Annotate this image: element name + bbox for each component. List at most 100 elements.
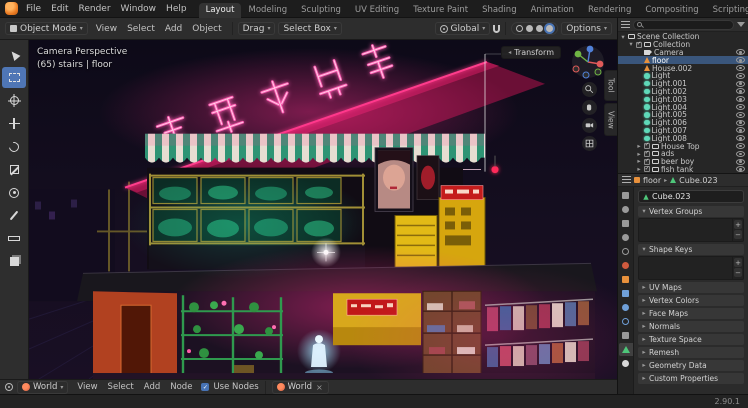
sidebar-tab-view[interactable]: View [604,102,617,137]
expand-arrow-icon[interactable]: ▸ [636,166,642,173]
eye-visibility-icon[interactable] [736,80,745,87]
magnet-icon[interactable] [493,24,501,33]
move-tool[interactable] [2,113,26,134]
expand-arrow-icon[interactable]: ▸ [636,151,642,158]
workspace-tab-animation[interactable]: Animation [524,3,581,18]
world-datablock-field[interactable]: World × [271,380,329,394]
eye-visibility-icon[interactable] [736,143,745,150]
output-tab[interactable] [619,217,633,230]
breadcrumb-data[interactable]: Cube.023 [679,176,717,185]
annotate-tool[interactable] [2,205,26,226]
collection-checkbox[interactable] [636,41,642,48]
ortho-toggle-button[interactable] [582,136,597,151]
workspace-tab-modeling[interactable]: Modeling [241,3,294,18]
workspace-tab-layout[interactable]: Layout [198,2,242,18]
particles-tab[interactable] [619,301,633,314]
drag-dropdown[interactable]: Drag ▾ [237,22,276,35]
cursor-tool[interactable] [2,90,26,111]
eye-visibility-icon[interactable] [736,111,745,118]
section-header-shape-keys[interactable]: ▾ Shape Keys [638,244,744,255]
use-nodes-checkbox[interactable]: ✓ [201,383,210,391]
viewport-3d[interactable]: Camera Perspective (65) stairs | floor ◂… [29,40,617,379]
section-header-uv-maps[interactable]: ▸ UV Maps [638,282,744,293]
eye-visibility-icon[interactable] [736,150,745,157]
expand-arrow-icon[interactable]: ▾ [620,34,626,41]
object-data-tab[interactable] [618,343,633,356]
outliner-search-input[interactable] [633,19,734,30]
menu-render[interactable]: Render [74,3,116,15]
section-header-texture-space[interactable]: ▸ Texture Space [638,334,744,345]
outliner-row[interactable]: ▸ fish tank [618,165,748,173]
menu-help[interactable]: Help [161,3,192,15]
expand-arrow-icon[interactable]: ▾ [628,41,634,48]
filter-icon[interactable] [737,22,745,27]
measure-tool[interactable] [2,228,26,249]
section-header-remesh[interactable]: ▸ Remesh [638,347,744,358]
world-tab[interactable] [619,259,633,272]
camera-view-button[interactable] [582,118,597,133]
solid-shading-icon[interactable] [526,25,534,32]
blender-logo-icon[interactable] [5,2,18,15]
remove-item-button[interactable]: − [734,268,742,277]
mode-dropdown[interactable]: Object Mode ▾ [5,22,88,35]
shader-menu-select[interactable]: Select [103,381,139,393]
outliner-editor-icon[interactable] [621,20,630,29]
section-header-geometry-data[interactable]: ▸ Geometry Data [638,360,744,371]
viewport-menu-object[interactable]: Object [187,23,226,35]
scale-tool[interactable] [2,159,26,180]
section-header-vertex-colors[interactable]: ▸ Vertex Colors [638,295,744,306]
collection-checkbox[interactable] [644,150,650,157]
material-shading-icon[interactable] [536,25,544,32]
render-tab[interactable] [619,203,633,216]
eye-visibility-icon[interactable] [736,65,745,72]
wireframe-shading-icon[interactable] [516,25,524,32]
eye-visibility-icon[interactable] [736,127,745,134]
workspace-tab-shading[interactable]: Shading [475,3,524,18]
object-tab[interactable] [619,273,633,286]
datablock-name-field[interactable]: Cube.023 [638,190,744,203]
section-header-face-maps[interactable]: ▸ Face Maps [638,308,744,319]
transform-panel-header[interactable]: ◂ Transform [501,46,561,59]
viewport-menu-add[interactable]: Add [160,23,187,35]
properties-editor-icon[interactable] [622,176,631,184]
eye-visibility-icon[interactable] [736,158,745,165]
eye-visibility-icon[interactable] [736,49,745,56]
tool-tab[interactable] [619,189,633,202]
breadcrumb-object[interactable]: floor [643,176,661,185]
select-box-tool[interactable] [2,67,26,88]
rendered-shading-icon[interactable] [546,25,554,32]
eye-visibility-icon[interactable] [736,96,745,103]
eye-visibility-icon[interactable] [736,104,745,111]
add-cube-tool[interactable] [2,251,26,272]
section-header-normals[interactable]: ▸ Normals [638,321,744,332]
shader-menu-node[interactable]: Node [165,381,197,393]
shader-menu-view[interactable]: View [72,381,102,393]
workspace-tab-uv-editing[interactable]: UV Editing [348,3,406,18]
viewport-menu-select[interactable]: Select [122,23,160,35]
scene-tab[interactable] [619,245,633,258]
shader-editor-icon[interactable] [5,383,13,391]
eye-visibility-icon[interactable] [736,166,745,173]
shader-menu-add[interactable]: Add [139,381,165,393]
expand-arrow-icon[interactable]: ▸ [636,143,642,150]
active-tool-dropdown[interactable]: Select Box ▾ [278,22,342,35]
orientation-dropdown[interactable]: Global ▾ [434,22,491,35]
workspace-tab-sculpting[interactable]: Sculpting [294,3,348,18]
add-item-button[interactable]: + [734,220,742,229]
menu-file[interactable]: File [21,3,46,15]
menu-edit[interactable]: Edit [46,3,73,15]
section-header-custom-properties[interactable]: ▸ Custom Properties [638,373,744,384]
material-tab[interactable] [619,357,633,370]
constraints-tab[interactable] [619,329,633,342]
options-dropdown[interactable]: Options ▾ [561,22,612,35]
physics-tab[interactable] [619,315,633,328]
workspace-tab-scripting[interactable]: Scripting [706,3,748,18]
eye-visibility-icon[interactable] [736,72,745,79]
workspace-tab-rendering[interactable]: Rendering [581,3,638,18]
expand-arrow-icon[interactable]: ▸ [636,158,642,165]
section-header-vertex-groups[interactable]: ▾ Vertex Groups [638,206,744,217]
eye-visibility-icon[interactable] [736,88,745,95]
navigation-gizmo[interactable] [571,45,605,79]
viewport-menu-view[interactable]: View [91,23,122,35]
transform-tool[interactable] [2,182,26,203]
